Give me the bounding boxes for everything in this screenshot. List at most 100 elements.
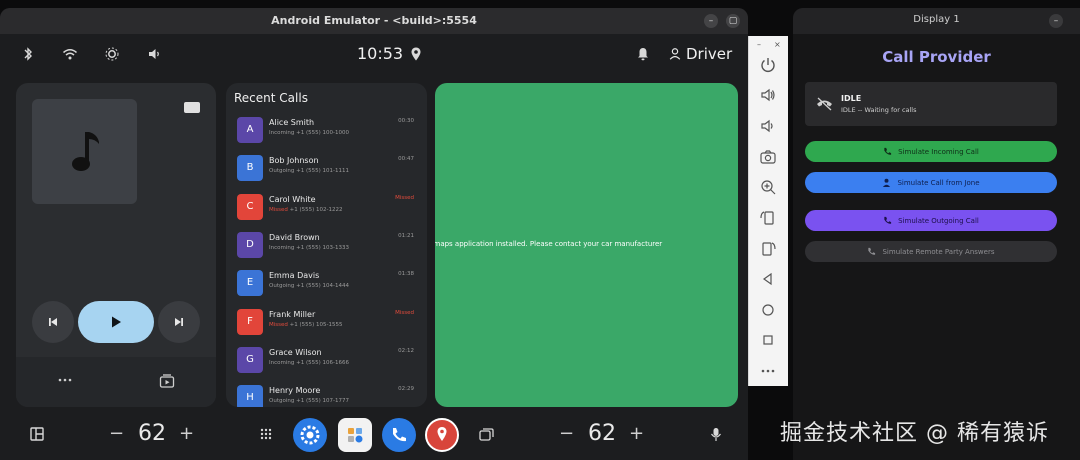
- call-row[interactable]: D David Brown Incoming +1 (555) 103-1333 01…: [226, 228, 427, 266]
- call-state: IDLE: [841, 94, 862, 103]
- settings-app-icon[interactable]: [293, 418, 327, 452]
- next-track-button[interactable]: [158, 301, 200, 343]
- call-detail: Incoming +1 (555) 103-1333: [269, 245, 349, 251]
- zoom-icon[interactable]: [759, 178, 777, 196]
- contact-name: Bob Johnson: [269, 156, 319, 166]
- user-icon: [669, 48, 681, 60]
- clock: 10:53: [357, 44, 404, 63]
- home-layout-icon[interactable]: [30, 427, 44, 441]
- call-row[interactable]: B Bob Johnson Outgoing +1 (555) 101-1111 00…: [226, 151, 427, 189]
- call-row[interactable]: H Henry Moore Outgoing +1 (555) 107-1777 02…: [226, 381, 427, 407]
- rotate-right-icon[interactable]: [759, 240, 777, 258]
- phone-app-icon[interactable]: [382, 418, 416, 452]
- contact-avatar: B: [237, 155, 263, 182]
- recent-calls-card: Recent Calls A Alice Smith Incoming +1 (55…: [226, 83, 427, 407]
- power-icon[interactable]: [759, 56, 777, 74]
- left-temp-increase-button[interactable]: +: [179, 423, 194, 444]
- call-number: +1 (555) 106-1666: [296, 359, 349, 366]
- contact-avatar: A: [237, 117, 263, 143]
- call-row[interactable]: A Alice Smith Incoming +1 (555) 100-1000 00…: [226, 113, 427, 151]
- display1-minimize-button[interactable]: –: [1049, 14, 1063, 28]
- call-time: 02:12: [398, 347, 414, 354]
- right-temp-increase-button[interactable]: +: [629, 423, 644, 444]
- volume-down-icon[interactable]: [759, 117, 777, 135]
- volume-up-icon[interactable]: [759, 86, 777, 104]
- call-row[interactable]: C Carol White Missed +1 (555) 102-1222 Miss…: [226, 190, 427, 228]
- media-card[interactable]: [16, 83, 216, 407]
- toolbar-minimize-button[interactable]: –: [757, 40, 761, 49]
- phone-icon: [868, 247, 876, 255]
- emulator-window: Android Emulator - <build>:5554 – ▢ 10:5: [0, 8, 748, 460]
- simulate-button-1[interactable]: Simulate Incoming Call: [805, 141, 1057, 162]
- right-temperature: 62: [588, 421, 616, 446]
- call-number: +1 (555) 104-1444: [296, 283, 349, 290]
- minimize-button[interactable]: –: [704, 14, 718, 28]
- more-options-icon[interactable]: [58, 377, 72, 383]
- call-row[interactable]: F Frank Miller Missed +1 (555) 105-1555 Mis…: [226, 305, 427, 343]
- user-name: Driver: [686, 45, 733, 63]
- call-number: +1 (555) 102-1222: [289, 206, 343, 213]
- location-icon[interactable]: [408, 46, 424, 62]
- media-footer: [16, 357, 216, 407]
- microphone-icon[interactable]: [710, 427, 722, 442]
- recents-icon[interactable]: [479, 427, 494, 441]
- call-row[interactable]: G Grace Wilson Incoming +1 (555) 106-1666 0…: [226, 343, 427, 381]
- call-time: Missed: [395, 194, 414, 201]
- maximize-button[interactable]: ▢: [726, 14, 740, 28]
- call-number: +1 (555) 100-1000: [296, 130, 349, 136]
- contact-avatar: G: [237, 346, 263, 373]
- contact-avatar: C: [237, 193, 263, 220]
- user-profile[interactable]: Driver: [668, 45, 732, 63]
- emulator-title: Android Emulator - <build>:5554: [271, 14, 477, 27]
- camera-icon[interactable]: [759, 148, 777, 166]
- previous-track-button[interactable]: [32, 301, 74, 343]
- emulator-side-toolbar: – ×: [748, 36, 788, 386]
- map-card[interactable]: o maps application installed. Please con…: [435, 83, 738, 407]
- more-icon[interactable]: [759, 362, 777, 380]
- brightness-icon[interactable]: [104, 46, 120, 62]
- display1-window: Display 1 – Call Provider IDLE IDLE -- W…: [793, 8, 1080, 460]
- simulate-button-3[interactable]: Simulate Outgoing Call: [805, 210, 1057, 231]
- notification-bell-icon[interactable]: [635, 46, 651, 62]
- skip-next-icon: [175, 318, 183, 326]
- status-bar: 10:53 Driver: [0, 34, 748, 74]
- call-detail: Outgoing +1 (555) 104-1444: [269, 283, 349, 289]
- call-row[interactable]: E Emma Davis Outgoing +1 (555) 104-1444 01:…: [226, 266, 427, 304]
- skip-previous-icon: [49, 318, 57, 326]
- simulate-button-2[interactable]: Simulate Call from Jone: [805, 172, 1057, 193]
- rotate-left-icon[interactable]: [759, 209, 777, 227]
- bluetooth-icon[interactable]: [20, 46, 36, 62]
- media-source-icon[interactable]: [184, 102, 200, 113]
- call-state-detail: IDLE -- Waiting for calls: [841, 106, 917, 114]
- volume-icon[interactable]: [146, 46, 162, 62]
- call-number: +1 (555) 101-1111: [296, 168, 349, 175]
- media-queue-icon[interactable]: [159, 374, 175, 388]
- album-art: [32, 99, 137, 204]
- back-icon[interactable]: [759, 270, 777, 288]
- home-icon[interactable]: [759, 301, 777, 319]
- display1-title: Display 1: [913, 14, 960, 25]
- right-temp-decrease-button[interactable]: −: [559, 423, 574, 444]
- toolbar-close-button[interactable]: ×: [774, 40, 781, 49]
- overview-icon[interactable]: [759, 331, 777, 349]
- call-time: Missed: [395, 309, 414, 316]
- call-type: Incoming: [269, 130, 295, 136]
- bottom-bar: − 62 + − 62 +: [0, 410, 748, 460]
- call-state-card: IDLE IDLE -- Waiting for calls: [805, 82, 1057, 126]
- emulator-titlebar: Android Emulator - <build>:5554 – ▢: [0, 8, 748, 34]
- call-type: Outgoing: [269, 283, 295, 290]
- play-button[interactable]: [78, 301, 154, 343]
- app-grid-icon[interactable]: [260, 428, 272, 440]
- call-detail: Missed +1 (555) 105-1555: [269, 322, 343, 328]
- outgoing-call-icon: [884, 216, 892, 224]
- maps-app-icon[interactable]: [425, 418, 459, 452]
- music-note-icon: [71, 131, 99, 171]
- contact-avatar: F: [237, 308, 263, 335]
- wifi-icon[interactable]: [62, 46, 78, 62]
- apps-launcher-icon[interactable]: [338, 418, 372, 452]
- media-controls: [16, 301, 216, 345]
- simulate-button-4[interactable]: Simulate Remote Party Answers: [805, 241, 1057, 262]
- left-temp-decrease-button[interactable]: −: [109, 423, 124, 444]
- call-time: 00:47: [398, 156, 414, 163]
- display1-titlebar: Display 1 –: [793, 8, 1080, 34]
